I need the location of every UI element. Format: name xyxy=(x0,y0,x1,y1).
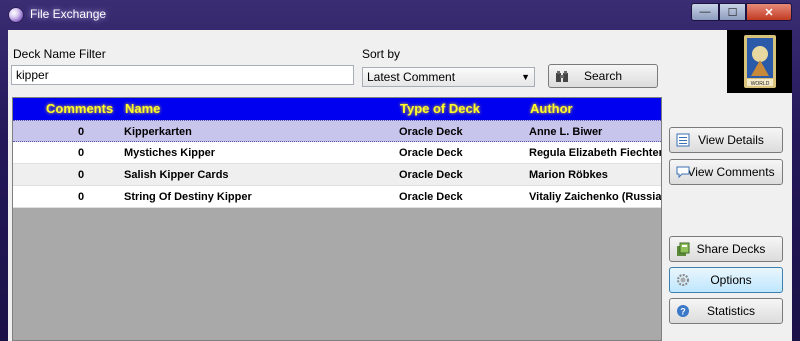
client-area: Deck Name Filter kipper Sort by Latest C… xyxy=(8,30,792,341)
comment-icon xyxy=(675,164,691,180)
minimize-icon: — xyxy=(699,6,711,18)
cell-type: Oracle Deck xyxy=(399,147,463,159)
view-details-button[interactable]: View Details xyxy=(669,127,783,153)
column-header-author[interactable]: Author xyxy=(530,101,573,116)
deck-table[interactable]: Comments Name Type of Deck Author 0 Kipp… xyxy=(12,97,662,341)
maximize-button[interactable]: ☐ xyxy=(719,3,746,21)
cell-author: Anne L. Biwer xyxy=(529,126,603,138)
title-bar[interactable]: File Exchange — ☐ ✕ xyxy=(0,0,800,30)
table-row[interactable]: 0 Mystiches Kipper Oracle Deck Regula El… xyxy=(13,142,662,164)
search-button[interactable]: Search xyxy=(548,64,658,88)
column-header-type[interactable]: Type of Deck xyxy=(400,101,480,116)
table-row[interactable]: 0 Kipperkarten Oracle Deck Anne L. Biwer xyxy=(13,120,661,142)
binoculars-icon xyxy=(554,68,570,84)
table-row[interactable]: 0 String Of Destiny Kipper Oracle Deck V… xyxy=(13,186,662,208)
minimize-button[interactable]: — xyxy=(691,3,719,21)
close-button[interactable]: ✕ xyxy=(746,3,792,21)
window-title: File Exchange xyxy=(30,7,107,21)
gear-icon xyxy=(675,272,691,288)
cell-name: Salish Kipper Cards xyxy=(124,169,229,181)
cell-comments: 0 xyxy=(78,147,85,159)
column-header-comments[interactable]: Comments xyxy=(46,101,113,116)
deck-thumbnail-image: WORLD xyxy=(727,30,792,93)
cell-type: Oracle Deck xyxy=(399,126,463,138)
dropdown-arrow-icon: ▼ xyxy=(521,72,530,82)
deck-name-filter-label: Deck Name Filter xyxy=(13,47,106,61)
details-icon xyxy=(675,132,691,148)
cell-comments: 0 xyxy=(78,191,85,203)
sort-by-select[interactable]: Latest Comment ▼ xyxy=(362,67,535,87)
cell-comments: 0 xyxy=(78,126,85,138)
thumbnail-caption: WORLD xyxy=(751,81,770,87)
cell-type: Oracle Deck xyxy=(399,169,463,181)
cell-author: Vitaliy Zaichenko (Russia) xyxy=(529,191,662,203)
sort-by-value: Latest Comment xyxy=(367,70,456,84)
table-header: Comments Name Type of Deck Author xyxy=(13,98,661,120)
share-decks-button[interactable]: Share Decks xyxy=(669,236,783,262)
app-icon xyxy=(8,7,24,23)
cell-author: Regula Elizabeth Fiechter xyxy=(529,147,662,159)
column-header-name[interactable]: Name xyxy=(125,101,160,116)
deck-name-filter-input[interactable]: kipper xyxy=(11,65,354,85)
help-icon: ? xyxy=(675,303,691,319)
cell-comments: 0 xyxy=(78,169,85,181)
cell-name: String Of Destiny Kipper xyxy=(124,191,252,203)
cell-name: Mystiches Kipper xyxy=(124,147,216,159)
cell-name: Kipperkarten xyxy=(124,126,192,138)
maximize-icon: ☐ xyxy=(727,6,738,19)
share-decks-icon xyxy=(675,241,691,257)
view-comments-button[interactable]: View Comments xyxy=(669,159,783,185)
statistics-button[interactable]: ? Statistics xyxy=(669,298,783,324)
table-row[interactable]: 0 Salish Kipper Cards Oracle Deck Marion… xyxy=(13,164,661,186)
cell-author: Marion Röbkes xyxy=(529,169,608,181)
file-exchange-window: File Exchange — ☐ ✕ Deck Name Filter kip… xyxy=(0,0,800,341)
cell-type: Oracle Deck xyxy=(399,191,463,203)
options-button[interactable]: Options xyxy=(669,267,783,293)
sort-by-label: Sort by xyxy=(362,47,401,61)
svg-text:?: ? xyxy=(680,307,686,317)
close-icon: ✕ xyxy=(764,6,774,19)
